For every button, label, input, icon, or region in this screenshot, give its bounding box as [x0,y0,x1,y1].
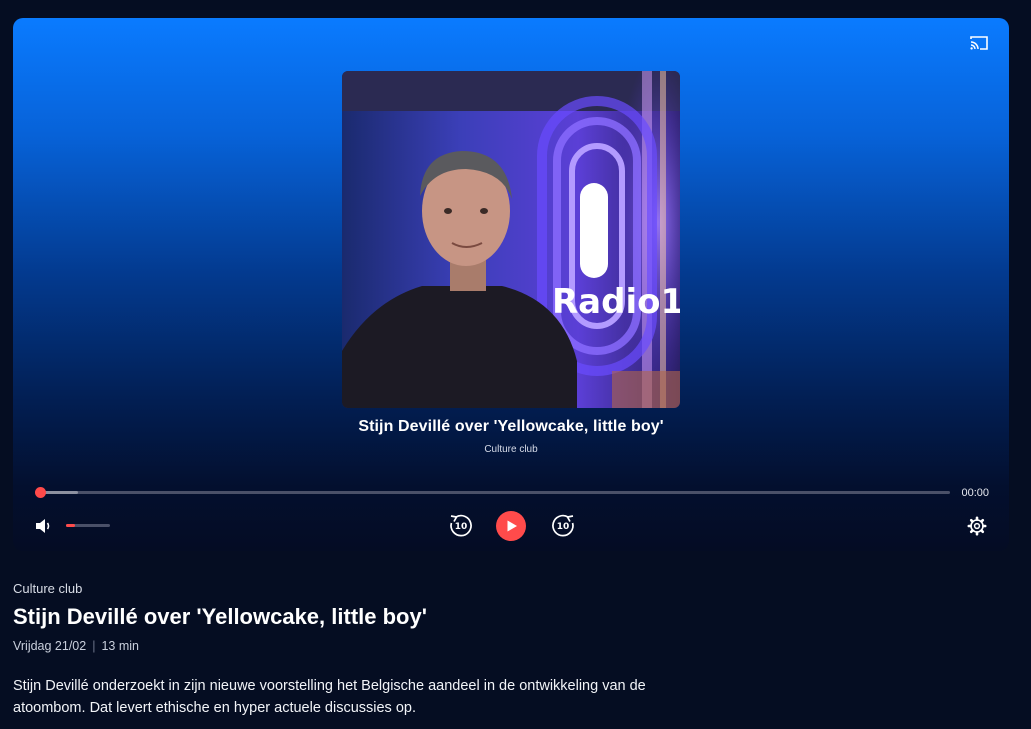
progress-handle[interactable] [35,487,46,498]
volume-slider[interactable] [66,524,110,527]
skip-forward-button[interactable]: 10 [550,512,576,538]
skip-forward-label: 10 [557,522,570,532]
progress-bar[interactable] [35,487,950,498]
volume-icon[interactable] [34,516,54,536]
details-show-name[interactable]: Culture club [13,581,82,596]
gear-icon[interactable] [967,516,987,536]
episode-duration: 13 min [101,639,139,653]
skip-back-label: 10 [455,522,468,532]
show-name: Culture club [484,444,538,455]
details-title: Stijn Devillé over 'Yellowcake, little b… [13,604,427,629]
episode-meta: Vrijdag 21/02 | 13 min [13,639,139,653]
episode-artwork: Radio1 [342,71,680,408]
play-button[interactable] [496,511,526,541]
audio-player: Radio1 Stijn Devillé over 'Yellowcake, l… [13,18,1009,551]
meta-separator: | [92,639,96,653]
play-icon [507,520,517,532]
volume-level [66,524,75,527]
cast-icon[interactable] [969,35,989,51]
episode-description: Stijn Devillé onderzoekt in zijn nieuwe … [13,678,646,716]
episode-date: Vrijdag 21/02 [13,639,87,653]
artwork-logo-text: Radio1 [552,282,680,322]
episode-title: Stijn Devillé over 'Yellowcake, little b… [358,418,664,435]
skip-back-button[interactable]: 10 [448,512,474,538]
current-time: 00:00 [961,487,989,499]
